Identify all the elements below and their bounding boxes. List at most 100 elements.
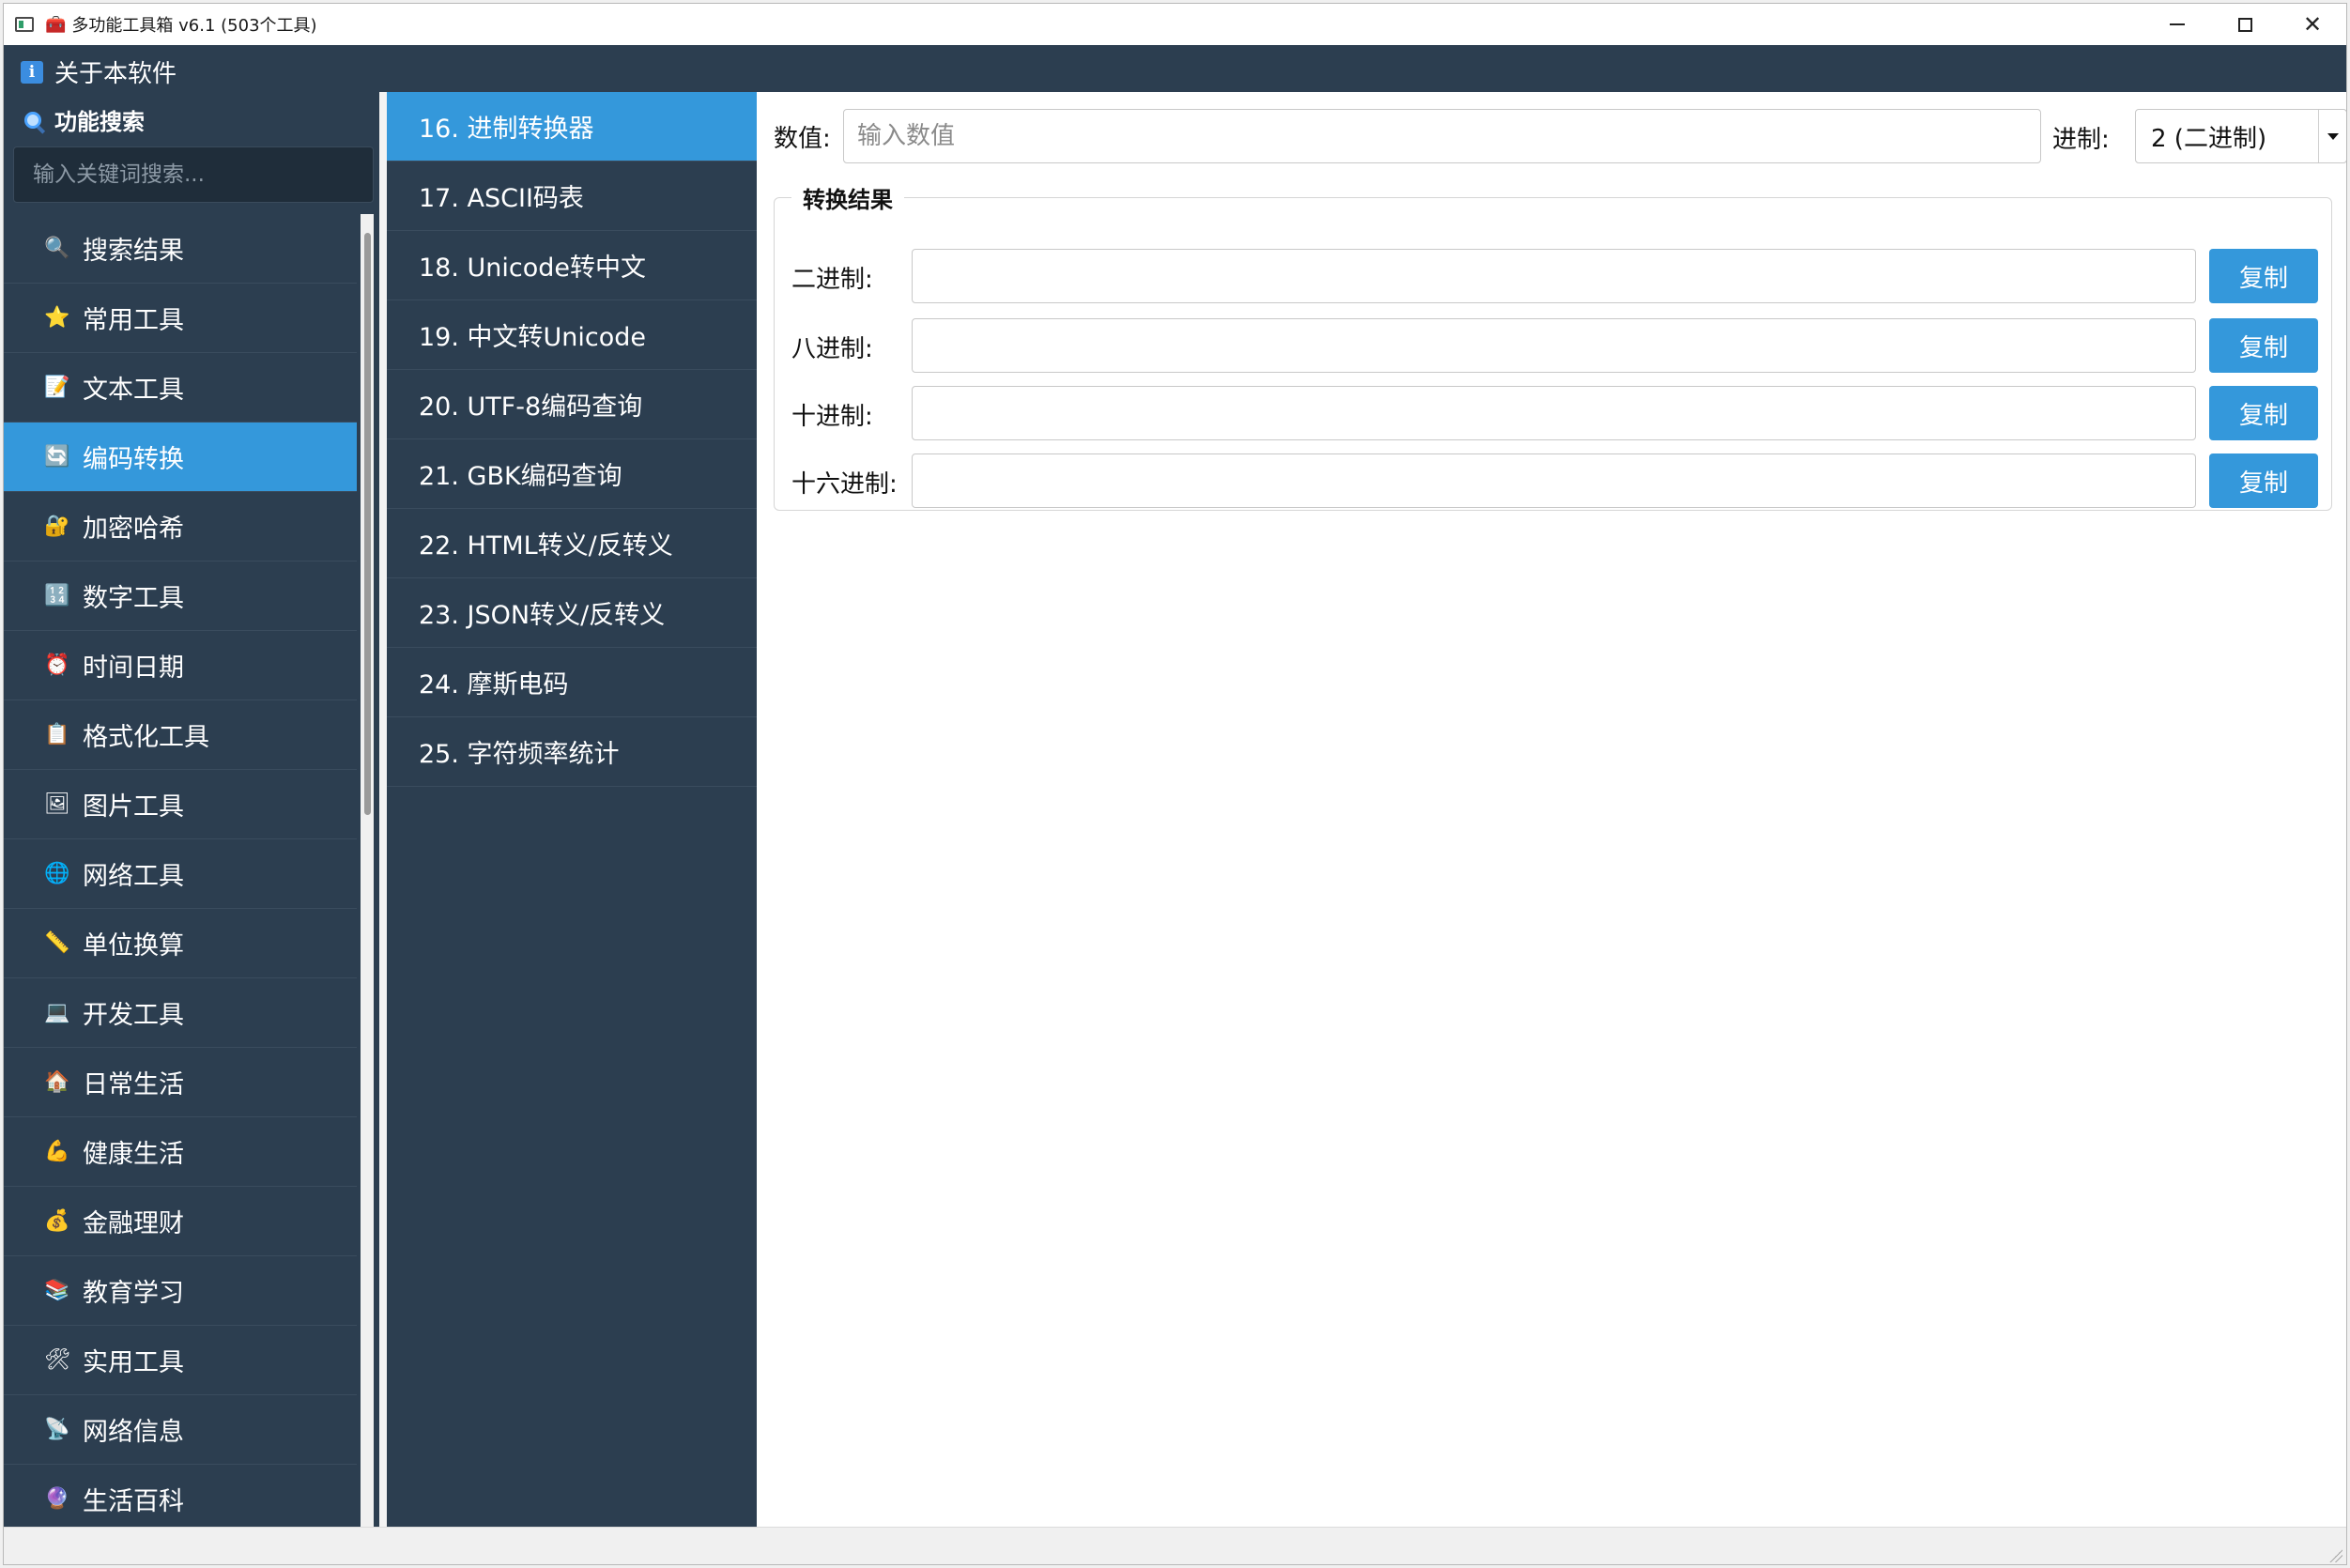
- result-row: 十六进制: 复制: [791, 453, 2318, 508]
- money-bag-icon: 💰: [44, 1209, 70, 1233]
- sidebar-item-label: 开发工具: [83, 1001, 184, 1030]
- sidebar-item-label: 加密哈希: [83, 515, 184, 544]
- result-field[interactable]: [912, 249, 2196, 304]
- sidebar-item-label: 图片工具: [83, 792, 184, 822]
- copy-button[interactable]: 复制: [2209, 386, 2318, 440]
- tool-list-item[interactable]: 17. ASCII码表: [387, 161, 757, 231]
- sidebar-item-label: 日常生活: [83, 1070, 184, 1099]
- result-label: 二进制:: [791, 266, 873, 295]
- toolbox-icon: 🧰: [45, 14, 67, 35]
- result-row: 十进制: 复制: [791, 386, 2318, 440]
- satellite-dish-icon: 📡: [44, 1418, 70, 1441]
- sidebar-item[interactable]: ⏰ 时间日期: [4, 631, 357, 700]
- sidebar-item[interactable]: 💪 健康生活: [4, 1117, 357, 1187]
- tool-list-item[interactable]: 18. Unicode转中文: [387, 231, 757, 300]
- tool-list-item[interactable]: 22. HTML转义/反转义: [387, 509, 757, 578]
- scrollbar-thumb[interactable]: [364, 233, 371, 815]
- about-menu-item[interactable]: i 关于本软件: [21, 54, 177, 89]
- input-row: 数值: 进制: 2 (二进制): [774, 109, 2346, 163]
- ruler-icon: 📏: [44, 931, 70, 955]
- result-row: 八进制: 复制: [791, 318, 2318, 373]
- category-list: 🔍 搜索结果 ⭐ 常用工具 📝 文本工具 🔄 编码转换 🔐 加密哈希 🔢 数字工具 ⏰ 时间日期 📋 格式化工…: [4, 214, 357, 1527]
- sidebar-item-label: 编码转换: [83, 445, 184, 474]
- sidebar-item[interactable]: 📝 文本工具: [4, 353, 357, 423]
- tool-list-item[interactable]: 25. 字符频率统计: [387, 717, 757, 787]
- sidebar-item[interactable]: 🖼 图片工具: [4, 770, 357, 839]
- result-field[interactable]: [912, 453, 2196, 508]
- sidebar-item[interactable]: 🌐 网络工具: [4, 839, 357, 909]
- sidebar-item-label: 时间日期: [83, 653, 184, 683]
- tool-list-item[interactable]: 23. JSON转义/反转义: [387, 578, 757, 648]
- tool-list-item[interactable]: 24. 摩斯电码: [387, 648, 757, 717]
- sidebar-item[interactable]: 🔮 生活百科: [4, 1465, 357, 1527]
- chevron-down-icon[interactable]: [2318, 110, 2346, 162]
- sidebar-item-label: 网络工具: [83, 862, 184, 891]
- result-group-title: 转换结果: [791, 181, 904, 214]
- sidebar-item-label: 网络信息: [83, 1418, 184, 1447]
- sidebar-item[interactable]: 📋 格式化工具: [4, 700, 357, 770]
- result-field[interactable]: [912, 318, 2196, 373]
- sidebar-item-label: 格式化工具: [83, 723, 209, 752]
- copy-button[interactable]: 复制: [2209, 249, 2318, 304]
- title-bar: 🧰 多功能工具箱 v6.1 (503个工具) ✕: [4, 4, 2346, 45]
- tool-list: 16. 进制转换器 17. ASCII码表 18. Unicode转中文 19. 中文…: [379, 92, 757, 1527]
- tool-list-item[interactable]: 19. 中文转Unicode: [387, 300, 757, 370]
- sidebar-item-label: 文本工具: [83, 376, 184, 405]
- sidebar-item-label: 金融理财: [83, 1209, 184, 1238]
- sidebar-item[interactable]: 📏 单位换算: [4, 909, 357, 978]
- value-label: 数值:: [774, 124, 831, 153]
- result-group: 转换结果 二进制: 复制 八进制: 复制 十进制: 复制 十六进制: 复制: [774, 181, 2332, 511]
- sidebar-item[interactable]: 🔐 加密哈希: [4, 492, 357, 561]
- sidebar-item[interactable]: 🏠 日常生活: [4, 1048, 357, 1117]
- app-icon: [15, 17, 34, 32]
- copy-button[interactable]: 复制: [2209, 453, 2318, 508]
- sidebar-item-label: 常用工具: [83, 306, 184, 335]
- sidebar-item[interactable]: 🔍 搜索结果: [4, 214, 357, 284]
- sidebar-item-label: 单位换算: [83, 931, 184, 961]
- tool-list-item[interactable]: 20. UTF-8编码查询: [387, 370, 757, 439]
- category-scrollbar[interactable]: [361, 214, 374, 1527]
- tool-list-item[interactable]: 21. GBK编码查询: [387, 439, 757, 509]
- search-input[interactable]: [13, 146, 374, 203]
- sidebar-item[interactable]: 📡 网络信息: [4, 1395, 357, 1465]
- value-input[interactable]: [843, 109, 2041, 163]
- sidebar-item[interactable]: 💻 开发工具: [4, 978, 357, 1048]
- about-label: 关于本软件: [54, 60, 177, 88]
- crystal-ball-icon: 🔮: [44, 1487, 70, 1511]
- close-button[interactable]: ✕: [2279, 4, 2346, 45]
- result-label: 十进制:: [791, 403, 873, 431]
- lock-icon: 🔐: [44, 515, 70, 538]
- resize-grip-icon[interactable]: [2329, 1549, 2342, 1562]
- info-icon: i: [21, 60, 43, 84]
- copy-button[interactable]: 复制: [2209, 318, 2318, 373]
- window-title: 多功能工具箱 v6.1 (503个工具): [71, 16, 317, 36]
- magnifier-icon: 🔍: [44, 237, 70, 260]
- base-select[interactable]: 2 (二进制): [2135, 109, 2346, 163]
- sidebar-item-label: 数字工具: [83, 584, 184, 613]
- refresh-icon: 🔄: [44, 445, 70, 469]
- search-title-label: 功能搜索: [54, 109, 145, 135]
- sidebar-item[interactable]: 🛠 实用工具: [4, 1326, 357, 1395]
- tool-list-item[interactable]: 16. 进制转换器: [387, 92, 757, 161]
- result-field[interactable]: [912, 386, 2196, 440]
- sidebar-item[interactable]: 🔄 编码转换: [4, 423, 357, 492]
- sidebar-item-label: 搜索结果: [83, 237, 184, 266]
- base-label: 进制:: [2052, 126, 2110, 154]
- house-icon: 🏠: [44, 1070, 70, 1094]
- search-icon: [24, 111, 41, 129]
- category-sidebar: 功能搜索 🔍 搜索结果 ⭐ 常用工具 📝 文本工具 🔄 编码转换 🔐 加密哈希 🔢 数字工具 ⏰ 时间日期…: [4, 92, 379, 1527]
- books-icon: 📚: [44, 1279, 70, 1302]
- picture-icon: 🖼: [44, 792, 70, 816]
- sidebar-item-label: 实用工具: [83, 1348, 184, 1377]
- converter-panel: 数值: 进制: 2 (二进制) 转换结果 二进制:复制八进制:复制十进制:复制十…: [757, 92, 2346, 1527]
- sidebar-item[interactable]: 🔢 数字工具: [4, 561, 357, 631]
- sidebar-item[interactable]: 📚 教育学习: [4, 1256, 357, 1326]
- laptop-icon: 💻: [44, 1001, 70, 1024]
- maximize-button[interactable]: [2211, 4, 2279, 45]
- result-label: 十六进制:: [791, 470, 898, 499]
- sidebar-item[interactable]: 💰 金融理财: [4, 1187, 357, 1256]
- result-row: 二进制: 复制: [791, 249, 2318, 304]
- minimize-button[interactable]: [2143, 4, 2211, 45]
- memo-icon: 📝: [44, 376, 70, 399]
- sidebar-item[interactable]: ⭐ 常用工具: [4, 284, 357, 353]
